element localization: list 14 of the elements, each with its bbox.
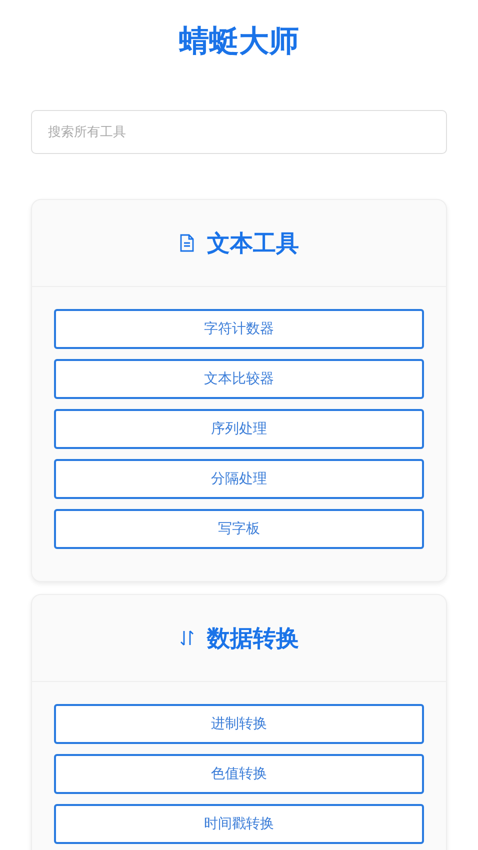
tool-button[interactable]: 写字板: [54, 509, 424, 549]
app-title: 蜻蜓大师: [178, 23, 300, 61]
search-field[interactable]: 搜索所有工具: [31, 110, 447, 154]
tool-button[interactable]: 字符计数器: [54, 309, 424, 349]
tool-button[interactable]: 进制转换: [54, 704, 424, 744]
tool-button[interactable]: 时间戳转换: [54, 804, 424, 844]
tool-button[interactable]: 分隔处理: [54, 459, 424, 499]
section-title: 文本工具: [207, 230, 299, 258]
swap-arrows-icon: [179, 629, 195, 647]
section-title: 数据转换: [207, 624, 299, 654]
document-icon: [179, 234, 195, 252]
tool-button[interactable]: 文本比较器: [54, 359, 424, 399]
tool-button[interactable]: 序列处理: [54, 409, 424, 449]
tool-button[interactable]: 色值转换: [54, 754, 424, 794]
